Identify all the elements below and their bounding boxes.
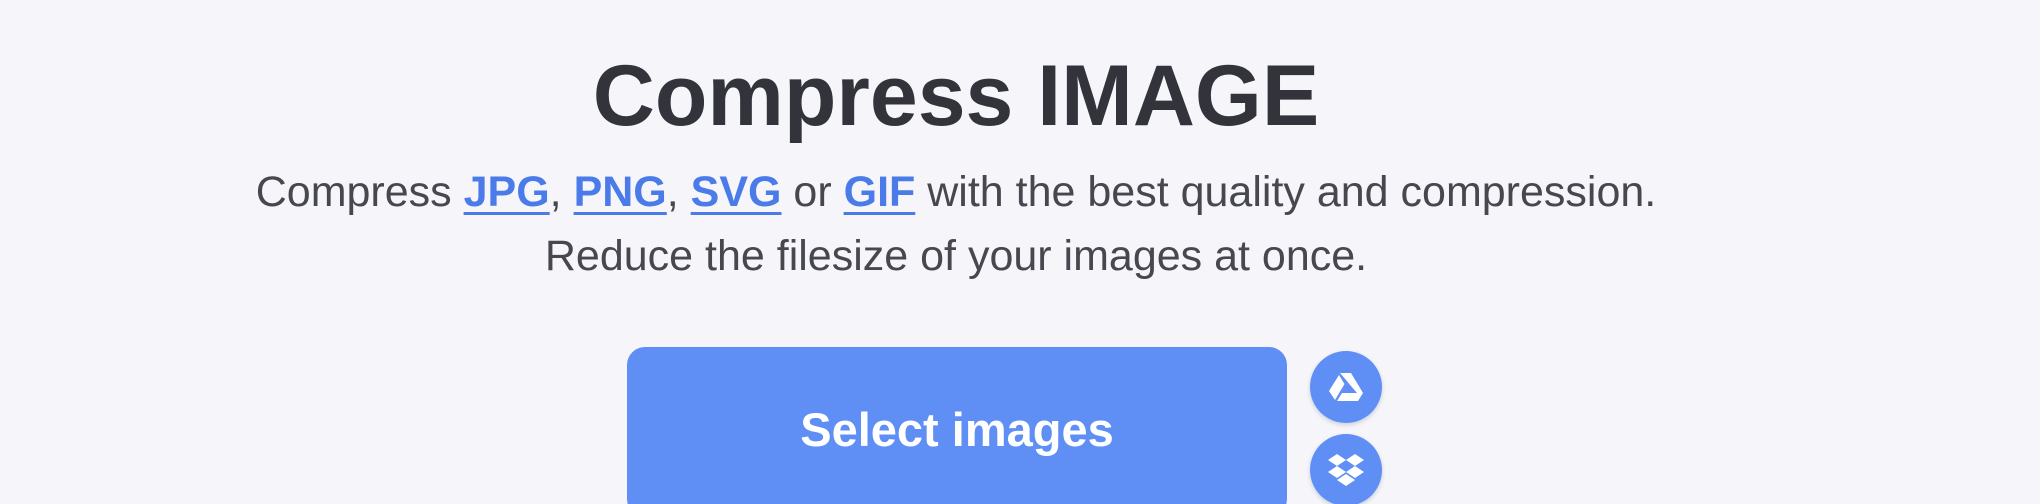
- description-line-1: Compress JPG, PNG, SVG or GIF with the b…: [0, 160, 1912, 224]
- google-drive-button[interactable]: [1310, 351, 1382, 423]
- separator-comma: ,: [666, 168, 691, 216]
- dropbox-button[interactable]: [1310, 434, 1382, 504]
- svg-link[interactable]: SVG: [691, 168, 782, 216]
- description-line-2: Reduce the filesize of your images at on…: [544, 232, 1368, 280]
- description-suffix: with the best quality and compression.: [915, 168, 1657, 216]
- separator-comma: ,: [549, 168, 574, 216]
- dropbox-icon: [1327, 452, 1365, 488]
- google-drive-icon: [1328, 371, 1364, 403]
- png-link[interactable]: PNG: [574, 168, 667, 216]
- page-description: Compress JPG, PNG, SVG or GIF with the b…: [0, 160, 1912, 288]
- separator-or: or: [781, 168, 844, 216]
- description-prefix: Compress: [255, 168, 464, 216]
- page: Compress IMAGE Compress JPG, PNG, SVG or…: [0, 0, 2040, 504]
- page-title: Compress IMAGE: [592, 48, 1320, 144]
- gif-link[interactable]: GIF: [844, 168, 916, 216]
- jpg-link[interactable]: JPG: [464, 168, 550, 216]
- select-images-label: Select images: [800, 403, 1114, 456]
- select-images-button[interactable]: Select images: [627, 347, 1287, 504]
